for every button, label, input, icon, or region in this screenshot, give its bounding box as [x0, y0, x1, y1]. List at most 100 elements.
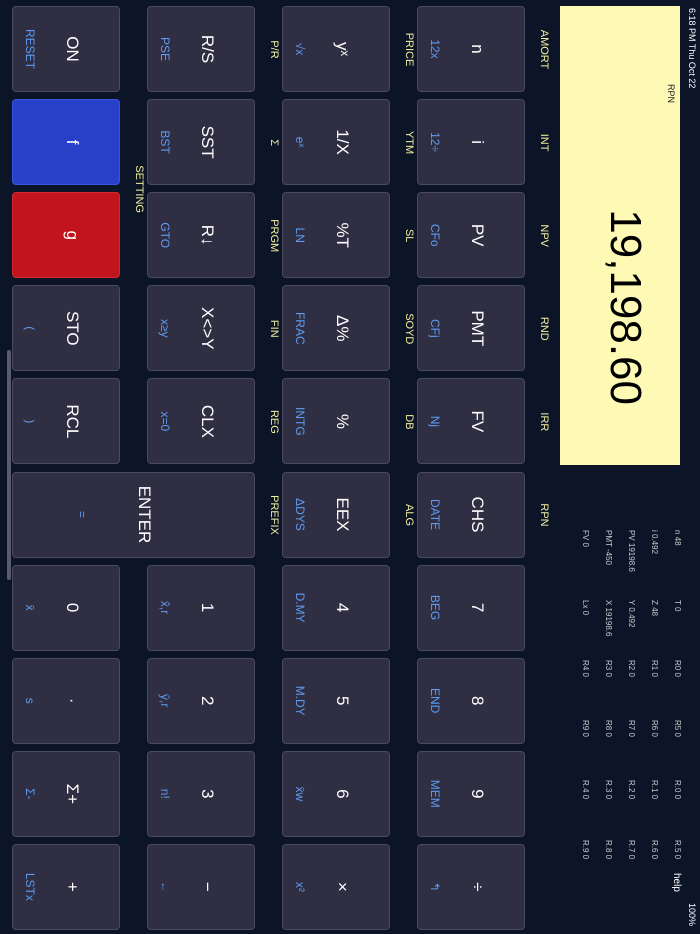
key-sub-label: ΔDYS	[293, 498, 307, 531]
key-main-label: STO	[63, 310, 82, 346]
key--button[interactable]: · s	[12, 657, 120, 744]
key--button[interactable]: + LSTx	[12, 843, 120, 930]
label-row3-4: REG	[268, 409, 280, 434]
label-row2-1: YTM	[403, 130, 415, 155]
key-sub-label: PSE	[158, 36, 172, 61]
key-main-label: 3	[198, 789, 217, 799]
key-FV-button[interactable]: FV Nj	[417, 378, 525, 465]
label-row3-2: PRGM	[268, 219, 280, 253]
key-CLX-button[interactable]: CLX x=0	[147, 378, 255, 465]
key-R-button[interactable]: R↓ GTO	[147, 192, 255, 279]
key-sub-label: n!	[158, 788, 172, 799]
key-main-label: ×	[333, 881, 352, 892]
key-sub-label: √x	[293, 42, 307, 56]
calculator-app: 6:18 PM Thu Oct 22 100% RPN 19,198.60 n …	[0, 0, 700, 934]
label-row1-3: RND	[538, 316, 550, 341]
key-y-button[interactable]: yˣ √x	[282, 6, 390, 92]
key-2-button[interactable]: 2 ŷ,r	[147, 657, 255, 744]
key-n-button[interactable]: n 12x	[417, 6, 525, 92]
key-CHS-button[interactable]: CHS DATE	[417, 471, 525, 558]
key-sub-label: 12x	[428, 39, 442, 59]
key-main-label: 1/X	[333, 129, 352, 155]
key-sub-label: RESET	[23, 28, 37, 69]
key--button[interactable]: Δ% FRAC	[282, 285, 390, 372]
key-sub-label: ↰	[428, 881, 442, 892]
key-XY-button[interactable]: X<>Y x≥y	[147, 285, 255, 372]
key-6-button[interactable]: 6 x̄w	[282, 750, 390, 837]
key-EEX-button[interactable]: EEX ΔDYS	[282, 471, 390, 558]
key-main-label: n	[468, 44, 487, 54]
key-main-label: 0	[63, 602, 82, 613]
key-RCL-button[interactable]: RCL)	[12, 378, 120, 465]
key-main-label: EEX	[333, 497, 352, 532]
register-c2-4: Lx 0	[581, 600, 590, 616]
key-STO-button[interactable]: STO (	[12, 285, 120, 372]
key-sub-label: x̄	[23, 604, 37, 611]
key-f-button[interactable]: f	[12, 99, 120, 186]
key-main-label: X<>Y	[198, 307, 217, 350]
label-row3-0: P/R	[268, 40, 280, 59]
key-1-button[interactable]: 1 x̂,r	[147, 564, 255, 651]
key-i-button[interactable]: i 12÷	[417, 99, 525, 186]
display-value: 19,198.60	[601, 209, 650, 405]
key-main-label: i	[468, 140, 487, 144]
key-sub-label: D.MY	[293, 592, 307, 623]
label-row4-0: SETTING	[133, 165, 145, 213]
key-main-label: yˣ	[333, 41, 352, 57]
key-T-button[interactable]: %T LN	[282, 192, 390, 279]
key-1X-button[interactable]: 1/X eˣ	[282, 99, 390, 186]
key--button[interactable]: % INTG	[282, 378, 390, 465]
display-mode: RPN	[666, 84, 676, 104]
key-main-label: f	[63, 139, 82, 145]
key-sub-label: x̄w	[293, 786, 307, 802]
status-time: 6:18 PM Thu Oct 22	[687, 8, 697, 89]
key-sub-label: CFj	[428, 318, 442, 338]
key-sub-label: =	[75, 510, 89, 518]
key-PV-button[interactable]: PV CFo	[417, 192, 525, 279]
register-c1-1: i 0.492	[650, 530, 659, 555]
key-g-button[interactable]: g	[12, 192, 120, 279]
key-3-button[interactable]: 3 n!	[147, 750, 255, 837]
key-sub-label: ŷ,r	[158, 694, 172, 708]
label-row2-2: SL	[403, 228, 415, 243]
key-8-button[interactable]: 8 END	[417, 657, 525, 744]
key-PMT-button[interactable]: PMT CFj	[417, 285, 525, 372]
register-c3-4: R4 0	[581, 660, 590, 677]
label-row1-0: AMORT	[538, 29, 550, 70]
register-c4-3: R8 0	[604, 720, 613, 737]
key-0-button[interactable]: 0 x̄	[12, 564, 120, 651]
key-sub-label: s	[23, 697, 37, 704]
scrollbar[interactable]	[7, 350, 11, 580]
key-9-button[interactable]: 9 MEM	[417, 750, 525, 837]
label-row1-4: IRR	[538, 412, 550, 432]
label-row2-5: ALG	[403, 503, 415, 526]
register-c5-4: R.4 0	[581, 780, 590, 800]
key-sub-label: LN	[293, 227, 307, 243]
register-c3-2: R2 0	[627, 660, 636, 677]
key-ENTER-button[interactable]: ENTER =	[12, 471, 255, 558]
key-4-button[interactable]: 4 D.MY	[282, 564, 390, 651]
key-main-label: 6	[333, 789, 352, 799]
key-sub-label: x²	[293, 881, 307, 892]
key-main-label: PMT	[468, 310, 487, 347]
key-sub-label: FRAC	[293, 311, 307, 345]
key-ON-button[interactable]: ON RESET	[12, 6, 120, 92]
key-RS-button[interactable]: R/S PSE	[147, 6, 255, 92]
key--button[interactable]: − ←	[147, 843, 255, 930]
key-sub-label: BEG	[428, 594, 442, 621]
key-5-button[interactable]: 5 M.DY	[282, 657, 390, 744]
key--button[interactable]: Σ+ Σ-	[12, 750, 120, 837]
label-row1-5: RPN	[538, 503, 550, 527]
register-c5-0: R.0 0	[673, 780, 682, 800]
key-SST-button[interactable]: SST BST	[147, 99, 255, 186]
register-c2-3: X 19198.6	[604, 600, 613, 637]
register-c6-3: R.8 0	[604, 840, 613, 860]
register-c5-1: R.1 0	[650, 780, 659, 800]
key-sub-label: Nj	[428, 415, 442, 428]
label-row1-2: NPV	[538, 224, 550, 247]
key-7-button[interactable]: 7 BEG	[417, 564, 525, 651]
key--button[interactable]: ÷ ↰	[417, 843, 525, 930]
help-link[interactable]: help	[671, 873, 682, 892]
key--button[interactable]: × x²	[282, 843, 390, 930]
key-main-label: 1	[198, 602, 217, 613]
